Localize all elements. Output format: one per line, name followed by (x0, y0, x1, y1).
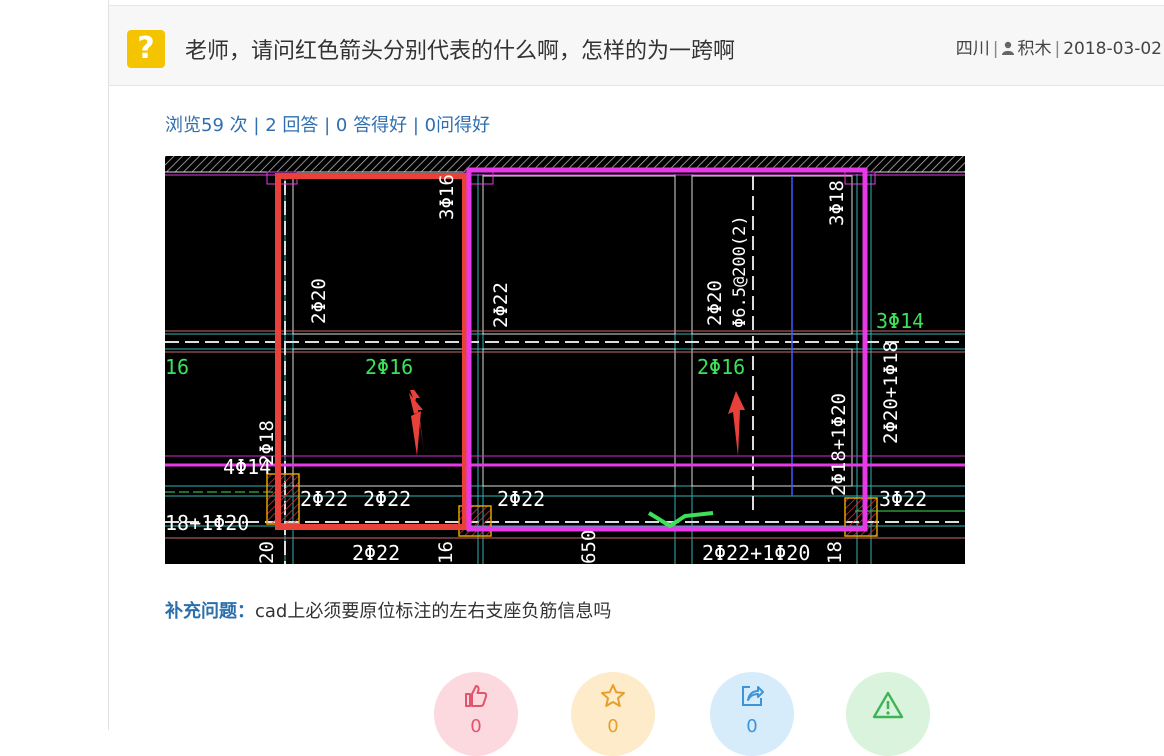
warning-icon (872, 691, 904, 719)
cad-label: 3Φ18 (826, 180, 848, 226)
supplement-text: cad上必须要原位标注的左右支座负筋信息吗 (255, 601, 612, 622)
stats-separator: | (412, 115, 419, 136)
cad-label: 16 (435, 541, 457, 564)
like-count: 0 (470, 716, 482, 737)
cad-label: 2Φ22 (352, 541, 400, 564)
red-arrow-right (728, 391, 745, 456)
share-count: 0 (746, 716, 758, 737)
good-answer-count: 0 答得好 (335, 115, 408, 136)
favorite-button[interactable]: 0 (571, 672, 655, 756)
cad-label: 2Φ20 (308, 278, 330, 324)
cad-label: 2Φ22+1Φ20 (702, 541, 810, 564)
question-author[interactable]: 积木 (1017, 39, 1051, 59)
cad-label: 16 (165, 355, 189, 379)
question-date: 2018-03-02 (1063, 39, 1162, 59)
question-meta: 四川 | 积木 | 2018-03-02 (955, 39, 1162, 59)
cad-label: Φ6.5@200(2) (730, 215, 750, 328)
cad-label: 2Φ20+1Φ18 (880, 341, 902, 444)
thumbs-up-icon (465, 685, 488, 707)
view-count: 浏览59 次 (165, 115, 248, 136)
cad-drawing-image[interactable]: 3Φ16 3Φ18 2Φ20 2Φ22 2Φ20 Φ6.5@200(2) 2Φ2… (165, 156, 965, 564)
supplement-label: 补充问题： (165, 601, 255, 622)
cad-label: 2Φ22 (363, 487, 411, 511)
cad-label: 2Φ22 (497, 487, 545, 511)
cad-label: 18+1Φ20 (165, 511, 249, 535)
favorite-count: 0 (607, 716, 619, 737)
cad-label: 2Φ18+1Φ20 (828, 393, 850, 496)
stats-separator: | (324, 115, 331, 136)
supplementary-question: 补充问题：cad上必须要原位标注的左右支座负筋信息吗 (165, 597, 611, 623)
stats-separator: | (253, 115, 260, 136)
cad-label: 20 (256, 541, 278, 564)
cad-label: 3Φ16 (436, 174, 458, 220)
cad-label: 3Φ14 (876, 309, 924, 333)
left-border (108, 0, 109, 730)
cad-label: 2Φ16 (365, 355, 413, 379)
report-button[interactable] (846, 672, 930, 756)
column-left (266, 473, 300, 525)
star-icon (601, 684, 625, 707)
user-icon (1002, 41, 1015, 55)
red-arrow-left (410, 384, 421, 456)
cad-label: 3Φ22 (879, 487, 927, 511)
question-title: 老师，请问红色箭头分别代表的什么啊，怎样的为一跨啊 (185, 39, 736, 64)
cad-label: 18 (824, 541, 846, 564)
question-icon: ? (127, 30, 165, 68)
share-button[interactable]: 0 (710, 672, 794, 756)
like-button[interactable]: 0 (434, 672, 518, 756)
cad-label: 650 (578, 530, 600, 564)
cad-label: 2Φ22 (300, 487, 348, 511)
cad-label: 4Φ14 (223, 455, 271, 479)
good-question-count: 0问得好 (424, 115, 491, 136)
share-icon (742, 686, 764, 706)
cad-label: 2Φ16 (697, 355, 745, 379)
question-stats: 浏览59 次 | 2 回答 | 0 答得好 | 0问得好 (165, 111, 490, 137)
cad-label: 2Φ20 (704, 280, 726, 326)
question-region[interactable]: 四川 (956, 39, 990, 59)
answer-count[interactable]: 2 回答 (265, 115, 318, 136)
question-header: ? 老师，请问红色箭头分别代表的什么啊，怎样的为一跨啊 四川 | 积木 | 2018-0… (109, 5, 1164, 86)
cad-label: 2Φ22 (490, 282, 512, 328)
